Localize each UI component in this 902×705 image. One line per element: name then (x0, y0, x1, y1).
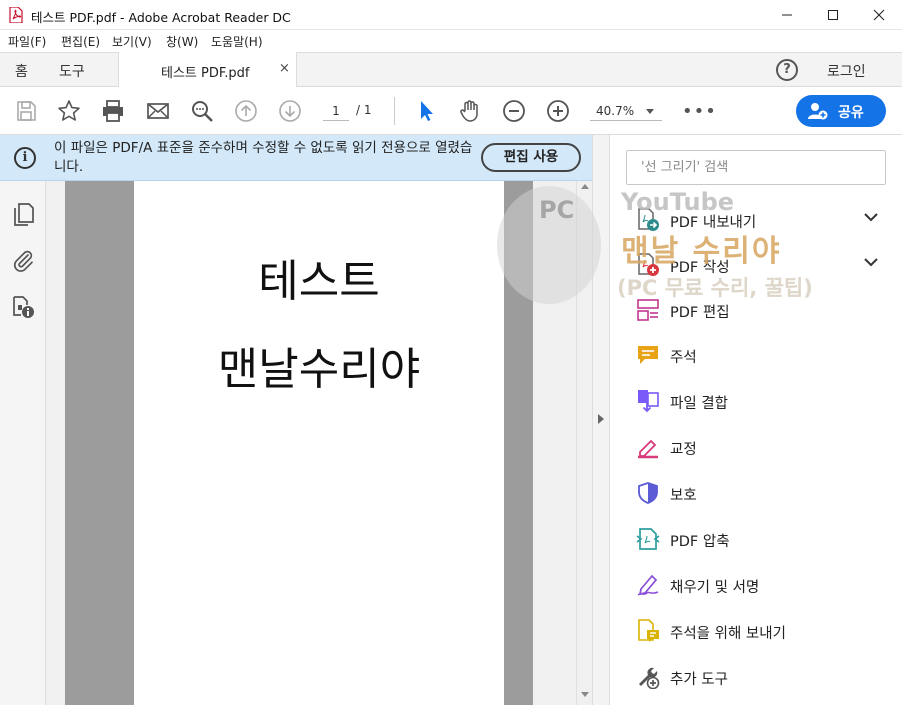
chevron-down-icon[interactable] (864, 257, 878, 267)
email-icon[interactable] (146, 99, 170, 123)
acrobat-app-icon (9, 7, 23, 23)
tool-combine-files[interactable]: 파일 결합 (610, 381, 902, 421)
scroll-down-arrow-icon[interactable] (581, 692, 589, 697)
add-user-icon (808, 103, 828, 120)
toolbar-separator (394, 97, 395, 125)
redact-icon (638, 439, 658, 459)
document-text-line-1: 테스트 (258, 256, 380, 307)
close-icon (873, 9, 885, 21)
pdf-page: 테스트 맨날수리야 (134, 181, 504, 705)
attachment-icon[interactable] (11, 248, 35, 272)
zoom-out-icon[interactable] (502, 99, 526, 123)
maximize-icon (828, 10, 838, 20)
find-search-icon[interactable] (190, 99, 214, 123)
export-pdf-icon (638, 208, 659, 231)
tool-label: PDF 편집 (670, 305, 730, 321)
info-icon: i (14, 147, 36, 169)
more-options-icon[interactable]: ••• (682, 101, 717, 122)
print-icon[interactable] (101, 99, 125, 123)
hand-tool-icon[interactable] (458, 99, 482, 123)
bookmark-star-icon[interactable] (57, 99, 81, 123)
create-pdf-icon (638, 253, 659, 276)
tools-pane: '선 그리기' 검색 PDF 내보내기 PDF 작성 PDF 편집 주석 파일 … (610, 135, 902, 705)
shield-icon (638, 482, 658, 504)
menu-file[interactable]: 파일(F) (8, 33, 46, 50)
fill-sign-icon (637, 574, 659, 596)
maximize-button[interactable] (810, 0, 856, 30)
document-tab-label: 테스트 PDF.pdf (161, 66, 250, 81)
tab-tools[interactable]: 도구 (59, 61, 85, 81)
tool-redact[interactable]: 교정 (610, 427, 902, 467)
zoom-level-dropdown[interactable]: 40.7% (590, 101, 662, 121)
left-navigation-rail (0, 181, 57, 705)
tool-comment[interactable]: 주석 (610, 335, 902, 375)
compress-pdf-icon (636, 528, 660, 550)
next-page-icon[interactable] (278, 99, 302, 123)
tool-fill-sign[interactable]: 채우기 및 서명 (610, 565, 902, 605)
tool-label: 교정 (670, 442, 697, 458)
menu-help[interactable]: 도움말(H) (211, 33, 263, 50)
tool-label: 채우기 및 서명 (670, 580, 760, 596)
document-text-line-2: 맨날수리야 (217, 344, 421, 395)
share-button[interactable]: 공유 (796, 95, 886, 127)
tool-label: 파일 결합 (670, 396, 728, 412)
vertical-scrollbar[interactable] (576, 181, 592, 705)
tool-export-pdf[interactable]: PDF 내보내기 (610, 200, 902, 240)
tool-label: 주석을 위해 보내기 (670, 626, 786, 642)
collapse-right-panel-icon[interactable] (598, 414, 604, 424)
tool-label: 추가 도구 (670, 672, 728, 688)
chevron-down-icon[interactable] (864, 212, 878, 222)
comment-icon (638, 346, 658, 364)
toolbar: 1 / 1 40.7% ••• 공유 (0, 87, 902, 135)
tab-home[interactable]: 홈 (15, 61, 28, 81)
page-number-input[interactable]: 1 (323, 101, 349, 121)
tool-protect[interactable]: 보호 (610, 473, 902, 513)
zoom-in-icon[interactable] (546, 99, 570, 123)
menu-view[interactable]: 보기(V) (112, 33, 152, 50)
right-panel-splitter[interactable] (592, 135, 610, 705)
tab-bar: 홈 도구 테스트 PDF.pdf × ? 로그인 (0, 52, 902, 88)
previous-page-icon[interactable] (234, 99, 258, 123)
menu-window[interactable]: 창(W) (166, 33, 198, 50)
readonly-info-bar: i 이 파일은 PDF/A 표준을 준수하며 수정할 수 없도록 읽기 전용으로… (0, 135, 592, 181)
login-button[interactable]: 로그인 (827, 61, 866, 81)
menu-bar: 파일(F) 편집(E) 보기(V) 창(W) 도움말(H) (0, 30, 902, 52)
combine-files-icon (638, 390, 659, 413)
tool-label: PDF 작성 (670, 260, 730, 276)
minimize-icon (782, 14, 792, 16)
tool-search-input[interactable]: '선 그리기' 검색 (626, 150, 886, 185)
window-title: 테스트 PDF.pdf - Adobe Acrobat Reader DC (31, 10, 291, 25)
help-icon[interactable]: ? (776, 59, 798, 81)
tool-label: PDF 내보내기 (670, 215, 757, 231)
share-label: 공유 (838, 105, 864, 121)
document-properties-icon[interactable] (11, 295, 35, 319)
send-comments-icon (638, 619, 659, 642)
tool-more-tools[interactable]: 추가 도구 (610, 657, 902, 697)
page-thumbnails-icon[interactable] (11, 202, 35, 226)
tool-label: PDF 압축 (670, 534, 730, 550)
save-icon[interactable] (14, 99, 38, 123)
tool-compress-pdf[interactable]: PDF 압축 (610, 519, 902, 559)
close-window-button[interactable] (856, 0, 902, 30)
wrench-icon (639, 667, 660, 689)
readonly-message: 이 파일은 PDF/A 표준을 준수하며 수정할 수 없도록 읽기 전용으로 열… (54, 140, 473, 175)
page-total: / 1 (356, 103, 372, 117)
tool-edit-pdf[interactable]: PDF 편집 (610, 290, 902, 330)
select-pointer-icon[interactable] (414, 99, 438, 123)
document-viewer[interactable]: 테스트 맨날수리야 (46, 181, 576, 705)
zoom-level-value: 40.7% (596, 104, 635, 118)
tool-label: 주석 (670, 350, 697, 366)
edit-pdf-icon (637, 299, 659, 321)
close-tab-icon[interactable]: × (279, 61, 290, 76)
title-bar: 테스트 PDF.pdf - Adobe Acrobat Reader DC (0, 0, 902, 30)
enable-editing-button[interactable]: 편집 사용 (481, 143, 581, 172)
tool-send-for-comments[interactable]: 주석을 위해 보내기 (610, 611, 902, 651)
tab-document[interactable]: 테스트 PDF.pdf × (118, 52, 297, 88)
minimize-button[interactable] (764, 0, 810, 30)
scroll-up-arrow-icon[interactable] (581, 184, 589, 189)
chevron-down-icon (646, 109, 654, 114)
tool-create-pdf[interactable]: PDF 작성 (610, 245, 902, 285)
menu-edit[interactable]: 편집(E) (61, 33, 100, 50)
tool-label: 보호 (670, 488, 697, 504)
